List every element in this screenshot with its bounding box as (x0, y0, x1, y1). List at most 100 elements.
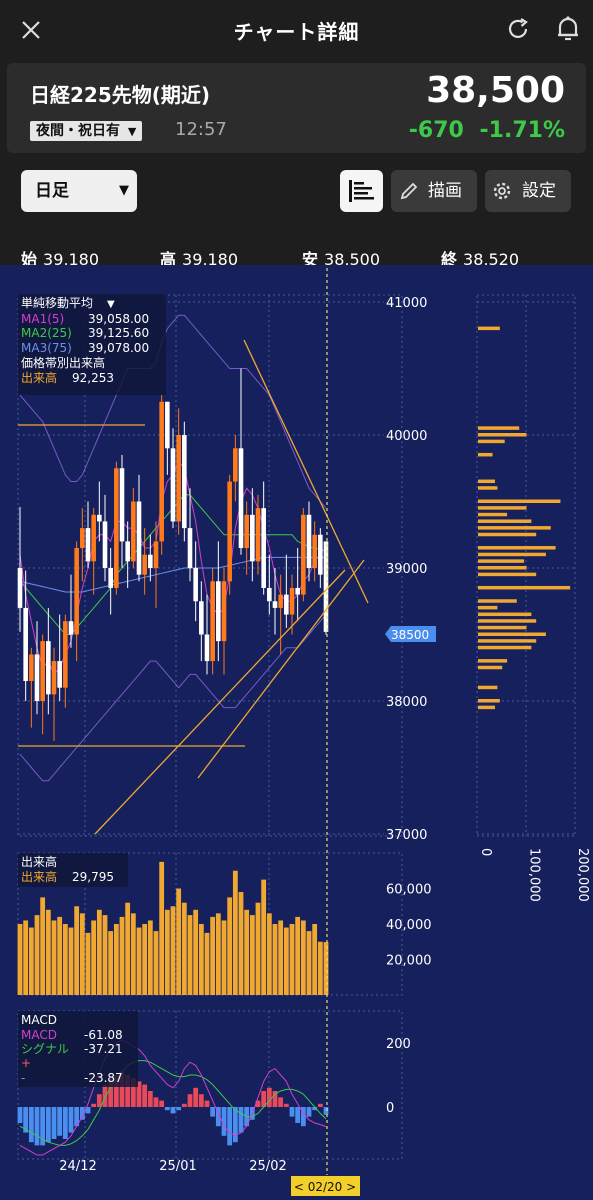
profile-bar (478, 632, 546, 636)
profile-bar (478, 546, 556, 550)
profile-bar (478, 433, 527, 437)
macd-histogram-bar (232, 1107, 238, 1143)
volume-bar (289, 924, 295, 995)
volume-bar (136, 927, 142, 995)
profile-bar (478, 519, 532, 523)
volume-bar (113, 924, 119, 995)
bell-icon[interactable] (555, 15, 581, 43)
profile-bar (478, 512, 508, 517)
macd-histogram-bar (170, 1107, 176, 1114)
draw-button[interactable]: 描画 (391, 170, 477, 212)
candle-body (250, 514, 255, 562)
volume-bar (198, 924, 204, 995)
volume-bar (159, 861, 165, 995)
symbol-name: 日経225先物(期近) (30, 83, 211, 107)
profile-volume-label: 出来高 (21, 370, 57, 385)
profile-bar (478, 605, 498, 610)
candle-body (63, 621, 68, 688)
ma2-value: 39,125.60 (88, 326, 149, 340)
candle-body (80, 528, 85, 549)
gear-icon (493, 182, 511, 200)
volume-bar (96, 909, 102, 995)
date-tick-label: 25/02 (249, 1159, 286, 1174)
volume-legend-title: 出来高 (21, 854, 57, 869)
candle-body (306, 514, 312, 568)
hist-minus-label: - (21, 1071, 25, 1085)
volume-bar (266, 913, 272, 995)
profile-bar (478, 639, 537, 643)
macd-histogram-bar (181, 1103, 187, 1107)
candle-body (312, 534, 317, 568)
candle-body (23, 607, 28, 682)
caret-down-icon[interactable]: ▼ (107, 299, 115, 310)
volume-bar (312, 924, 318, 995)
candle-body (255, 508, 261, 562)
macd-tick-label: 0 (386, 1101, 394, 1116)
settings-button[interactable]: 設定 (485, 170, 571, 212)
volume-bar (238, 892, 244, 995)
candle-body (142, 554, 147, 575)
candle-body (159, 401, 164, 542)
volume-bar (272, 924, 278, 995)
candle-body (153, 541, 159, 568)
candle-body (136, 501, 142, 575)
volume-bar (306, 931, 312, 995)
profile-bar (478, 619, 537, 623)
profile-bar (478, 486, 498, 490)
volume-bar (170, 906, 176, 995)
volume-bar (102, 915, 108, 995)
candle-body (57, 661, 62, 688)
candle-body (323, 541, 329, 632)
period-dropdown[interactable]: 日足 ▼ (21, 170, 137, 212)
hist-value: -23.87 (84, 1071, 123, 1085)
profile-bar (478, 612, 532, 617)
app-header: チャート詳細 (0, 0, 593, 60)
session-dropdown[interactable]: 夜間・祝日有 ▼ (30, 121, 143, 141)
profile-bar (478, 452, 493, 457)
macd-histogram-bar (295, 1107, 301, 1123)
profile-bar (478, 426, 520, 430)
candle-body (91, 514, 96, 562)
macd-histogram-bar (193, 1087, 199, 1107)
profile-bar (478, 665, 503, 670)
candle-body (46, 641, 51, 695)
price-chart[interactable]: 41000 40000 39000 38000 37000 60,000 40,000 20,… (0, 265, 593, 1200)
macd-histogram-bar (306, 1107, 312, 1117)
profile-tick-label: 200,000 (575, 848, 590, 902)
price-tick-label: 41000 (386, 296, 427, 311)
volume-bar (300, 920, 306, 995)
ma3-label: MA3(75) (21, 341, 72, 355)
profile-bar (478, 532, 537, 537)
candle-body (278, 594, 283, 608)
volume-bar (142, 924, 148, 995)
macd-histogram-bar (68, 1107, 74, 1133)
macd-histogram-bar (204, 1100, 210, 1107)
candle-body (272, 601, 278, 608)
price-change: -670 -1.71% (409, 118, 565, 143)
profile-bar (478, 326, 500, 331)
volume-bar (153, 931, 159, 995)
macd-histogram-bar (51, 1107, 57, 1139)
candle-body (295, 587, 300, 595)
ma1-value: 39,058.00 (88, 312, 149, 326)
candle-body (199, 601, 204, 635)
indicator-toggle-button[interactable] (340, 170, 383, 212)
profile-bar (478, 439, 505, 444)
profile-title: 価格帯別出来高 (21, 355, 105, 370)
period-label: 日足 (35, 181, 69, 201)
hist-plus-label: + (21, 1056, 31, 1070)
macd-legend-title: MACD (21, 1013, 57, 1027)
date-tick-label: 24/12 (59, 1159, 96, 1174)
candle-body (40, 641, 45, 701)
refresh-icon[interactable] (506, 17, 530, 41)
profile-bar (478, 645, 532, 650)
volume-bar (28, 927, 34, 995)
volume-bar (215, 913, 221, 995)
profile-bar (478, 479, 495, 484)
profile-bar (478, 699, 500, 703)
signal-label: シグナル (21, 1042, 69, 1056)
volume-bar (34, 915, 40, 995)
profile-bar (478, 506, 527, 510)
volume-bar (204, 932, 210, 995)
draw-label: 描画 (428, 181, 462, 201)
